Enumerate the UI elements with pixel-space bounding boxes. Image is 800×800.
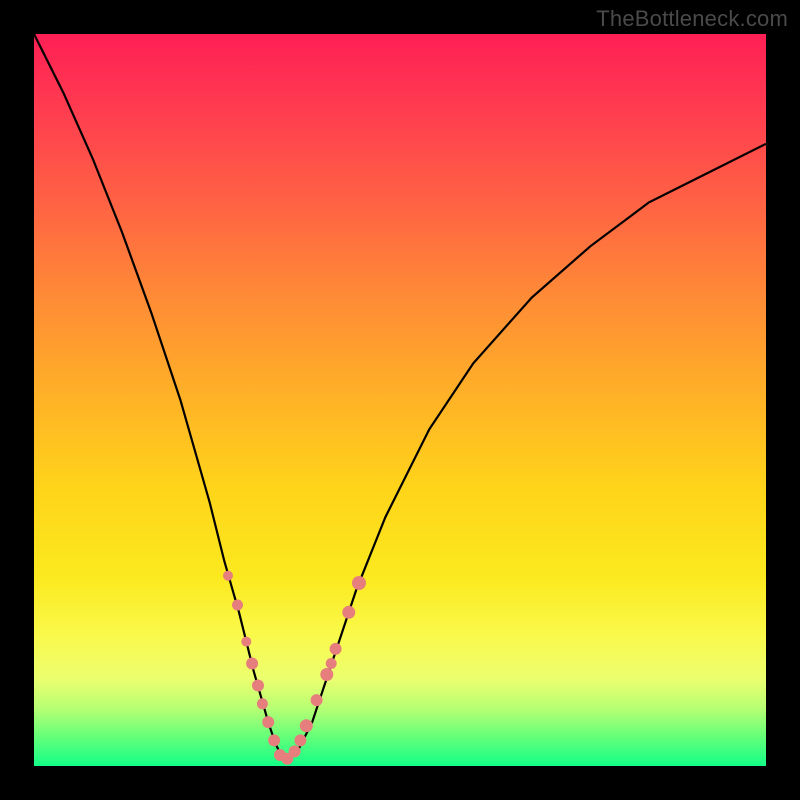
chart-overlay [34, 34, 766, 766]
marker-point [223, 571, 233, 581]
marker-point [311, 694, 323, 706]
marker-point [257, 698, 268, 709]
marker-point [232, 600, 243, 611]
marker-point [320, 668, 333, 681]
marker-point [246, 658, 258, 670]
marker-point [300, 719, 313, 732]
marker-point [268, 734, 280, 746]
bottleneck-curve [34, 34, 766, 759]
marker-point [326, 658, 337, 669]
marker-point [352, 576, 366, 590]
chart-canvas: TheBottleneck.com [0, 0, 800, 800]
marker-point [252, 680, 264, 692]
watermark-text: TheBottleneck.com [596, 6, 788, 32]
highlighted-points [223, 571, 366, 765]
marker-point [289, 745, 301, 757]
plot-area [34, 34, 766, 766]
marker-point [294, 734, 306, 746]
marker-point [330, 643, 342, 655]
marker-point [342, 606, 355, 619]
marker-point [241, 637, 251, 647]
marker-point [262, 716, 274, 728]
